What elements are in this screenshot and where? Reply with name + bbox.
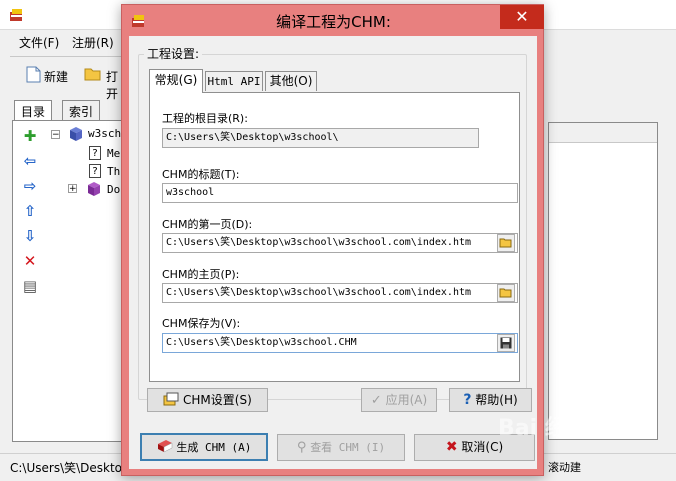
close-button[interactable]: ✕ [500,5,544,29]
home-page-label: CHM的主页(P): [162,268,240,281]
open-button[interactable]: 打开 [106,68,122,102]
save-as-button[interactable] [497,334,515,352]
root-dir-label: 工程的根目录(R): [162,112,248,125]
apply-button[interactable]: ✓ 应用(A) [361,388,437,412]
apply-label: 应用(A) [385,393,428,407]
chm-settings-label: CHM设置(S) [183,393,252,407]
dialog-title: 编译工程为CHM: [276,13,391,31]
delete-icon[interactable]: ✕ [22,253,38,269]
first-page-input[interactable]: C:\Users\笑\Desktop\w3school\w3school.com… [162,233,518,253]
editor-header [549,123,657,143]
view-chm-button[interactable]: ⚲ 查看 CHM (I) [277,434,405,461]
cancel-label: 取消(C) [461,440,504,454]
group-label: 工程设置: [144,45,203,62]
app-logo-icon [10,9,22,21]
tab-index[interactable]: 索引 [62,100,101,120]
open-folder-icon [499,288,512,298]
tab-other[interactable]: 其他(O) [265,71,317,91]
browse-home-page-button[interactable] [497,284,515,302]
tab-contents[interactable]: 目录 [14,100,53,120]
cancel-icon: ✖ [445,439,458,455]
add-icon[interactable]: ✚ [22,128,38,144]
view-chm-label: 查看 CHM (I) [310,441,386,454]
chm-title-label: CHM的标题(T): [162,168,240,181]
help-button[interactable]: ? 帮助(H) [449,388,532,412]
save-as-input[interactable]: C:\Users\笑\Desktop\w3school.CHM [162,333,518,353]
help-label: 帮助(H) [475,393,518,407]
arrow-down-icon[interactable]: ⇩ [22,228,38,244]
tab-html-api[interactable]: Html API [205,71,263,91]
book-icon [88,182,100,196]
build-book-icon [157,440,172,453]
tree-collapse-icon[interactable]: − [51,130,60,140]
tree-expand-icon[interactable]: + [68,184,77,194]
arrow-left-icon[interactable]: ⇦ [22,153,38,169]
close-icon: ✕ [515,7,529,26]
help-page-icon: ? [89,164,101,178]
app-toolbar: 新建 打开 [10,56,122,101]
status-right-text: 滚动建 [548,461,581,474]
tab-html-api-label: Html API [207,75,261,88]
first-page-label: CHM的第一页(D): [162,218,253,231]
dialog-client-area: 工程设置: 常规(G) Html API 其他(O) 工程的根目录(R): C:… [129,36,537,469]
magnifier-icon: ⚲ [296,440,307,455]
build-chm-label: 生成 CHM (A) [176,441,252,454]
home-page-input[interactable]: C:\Users\笑\Desktop\w3school\w3school.com… [162,283,518,303]
watermark-logo: Bai 经验 [498,416,589,441]
tree-item-label[interactable]: Th [107,164,120,180]
check-icon: ✓ [370,393,382,408]
open-folder-icon [84,68,101,81]
menu-file[interactable]: 文件(F) [19,34,59,51]
compile-dialog: 编译工程为CHM: ✕ 工程设置: 常规(G) Html API 其他(O) 工… [121,4,544,476]
arrow-up-icon[interactable]: ⇧ [22,203,38,219]
book-icon [70,127,82,141]
help-icon: ? [463,392,472,408]
tab-general[interactable]: 常规(G) [149,69,203,93]
menu-register[interactable]: 注册(R) [72,34,114,51]
build-chm-button[interactable]: 生成 CHM (A) [140,433,268,461]
tree-item-label[interactable]: Me [107,146,120,162]
new-file-icon [26,66,41,83]
settings-icon [163,392,179,406]
new-button[interactable]: 新建 [44,68,68,85]
root-dir-field[interactable]: C:\Users\笑\Desktop\w3school\ [162,128,479,148]
save-as-label: CHM保存为(V): [162,317,241,330]
chm-title-input[interactable]: w3school [162,183,518,203]
floppy-disk-icon [500,337,512,349]
browse-first-page-button[interactable] [497,234,515,252]
status-path: C:\Users\笑\Deskto [10,461,123,475]
open-folder-icon [499,238,512,248]
tree-item-label[interactable]: Do [107,182,120,198]
properties-icon[interactable]: ▤ [22,278,38,294]
editor-panel [548,122,658,440]
chm-settings-button[interactable]: CHM设置(S) [147,388,268,412]
help-page-icon: ? [89,146,101,160]
arrow-right-icon[interactable]: ⇨ [22,178,38,194]
